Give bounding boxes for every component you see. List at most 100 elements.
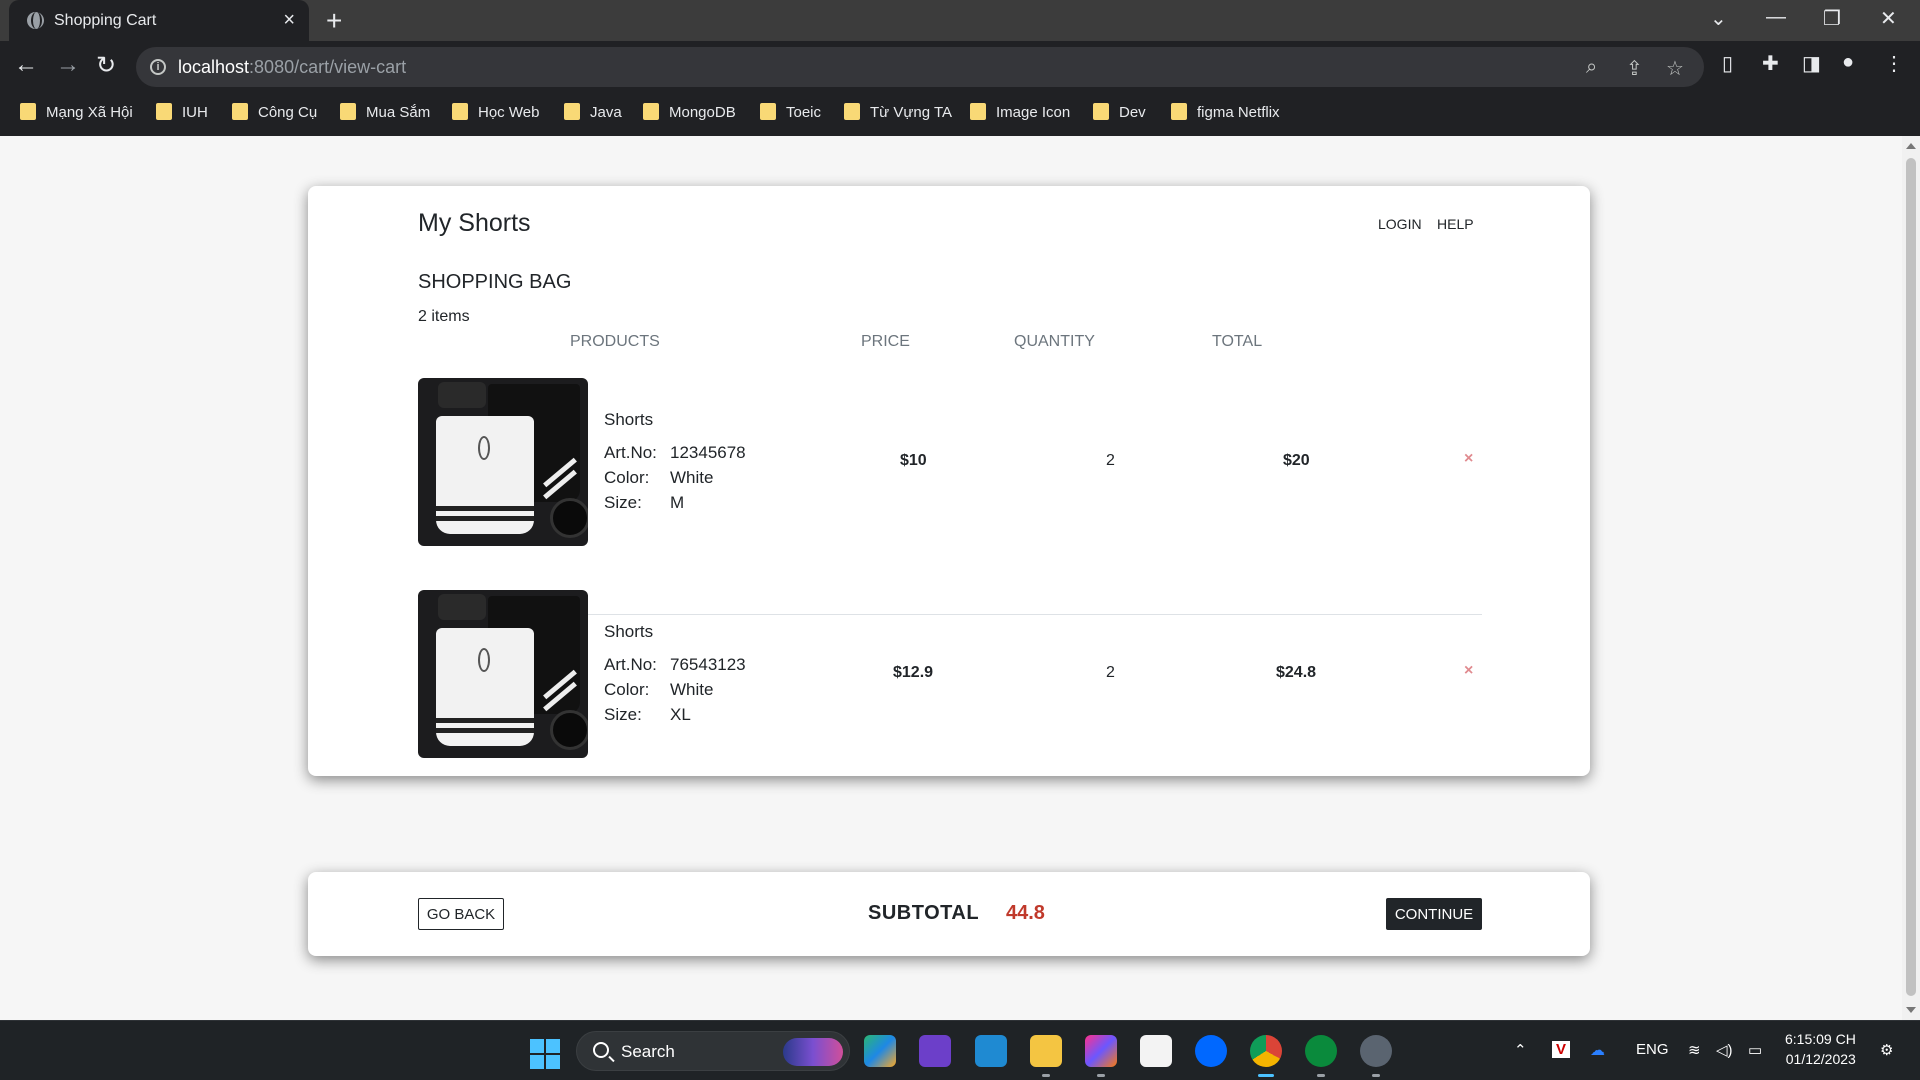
folder-icon	[844, 103, 860, 120]
product-image[interactable]	[418, 590, 588, 758]
site-info-icon[interactable]: i	[150, 59, 166, 75]
language-indicator[interactable]: ENG	[1636, 1041, 1669, 1058]
device-icon[interactable]: ▯	[1722, 51, 1733, 76]
file-explorer-icon[interactable]	[1030, 1035, 1062, 1067]
windows-start-icon[interactable]	[530, 1039, 560, 1069]
scroll-thumb[interactable]	[1906, 158, 1916, 996]
menu-kebab-icon[interactable]: ⋮	[1884, 51, 1904, 76]
wifi-icon[interactable]: ≋	[1688, 1041, 1701, 1059]
clock-date: 01/12/2023	[1785, 1051, 1856, 1067]
bookmark-folder[interactable]: figma Netflix	[1171, 103, 1280, 123]
close-tab-icon[interactable]: ×	[283, 9, 295, 32]
battery-icon[interactable]: ▭	[1748, 1041, 1762, 1059]
bookmark-star-icon[interactable]: ☆	[1666, 56, 1684, 81]
tab-search-icon[interactable]: ⌄	[1710, 6, 1727, 31]
bookmark-folder[interactable]: Mua Sắm	[340, 103, 430, 123]
column-header-products: PRODUCTS	[570, 333, 660, 350]
microsoft-store-icon[interactable]	[1140, 1035, 1172, 1067]
taskbar-search[interactable]: Search	[576, 1031, 850, 1071]
clock-time: 6:15:09 CH	[1785, 1031, 1856, 1047]
folder-icon	[760, 103, 776, 120]
zoom-icon[interactable]: ⌕	[1586, 56, 1597, 79]
login-link[interactable]: LOGIN	[1378, 216, 1422, 232]
bookmark-folder[interactable]: Công Cụ	[232, 103, 317, 123]
tray-overflow-chevron-icon[interactable]: ⌃	[1514, 1041, 1527, 1059]
taskbar: Search ⌃ V ☁ ENG ≋ ◁) ▭ 6:15:09 CH 01/12…	[0, 1020, 1920, 1080]
zalo-icon[interactable]	[1195, 1035, 1227, 1067]
address-bar[interactable]: i localhost:8080/cart/view-cart ⌕ ⇪ ☆	[136, 47, 1704, 87]
product-color: Color: White	[604, 468, 713, 488]
url-path: :8080/cart/view-cart	[249, 57, 407, 77]
vivaldi-tray-icon[interactable]: V	[1552, 1041, 1571, 1058]
remove-item-icon[interactable]: ×	[1464, 662, 1473, 680]
notification-bell-icon[interactable]: ⚙	[1880, 1041, 1893, 1059]
minimize-icon[interactable]: —	[1766, 6, 1786, 29]
continue-button[interactable]: CONTINUE	[1386, 898, 1482, 930]
new-tab-button[interactable]: +	[326, 5, 342, 37]
vscode-icon[interactable]	[975, 1035, 1007, 1067]
bookmark-folder[interactable]: Java	[564, 103, 622, 123]
folder-icon	[1093, 103, 1109, 120]
volume-icon[interactable]: ◁)	[1716, 1041, 1733, 1059]
brand-logo[interactable]: My Shorts	[418, 209, 531, 238]
restore-icon[interactable]: ❐	[1823, 6, 1841, 31]
folder-icon	[340, 103, 356, 120]
bookmark-folder[interactable]: IUH	[156, 103, 208, 123]
reload-icon[interactable]: ↻	[96, 51, 116, 80]
product-name[interactable]: Shorts	[604, 622, 653, 642]
side-panel-icon[interactable]: ◨	[1802, 51, 1821, 76]
browser-tab-shopping-cart[interactable]: Shopping Cart ×	[9, 0, 309, 41]
extensions-icon[interactable]: ✚	[1762, 51, 1779, 76]
item-price: $10	[900, 452, 927, 469]
hs-app-icon[interactable]	[1305, 1035, 1337, 1067]
browser-toolbar: ← → ↻ i localhost:8080/cart/view-cart ⌕ …	[0, 41, 1920, 91]
item-quantity[interactable]: 2	[1106, 452, 1115, 470]
settings-gear-icon[interactable]	[1360, 1035, 1392, 1067]
onedrive-error-icon[interactable]: ☁	[1590, 1041, 1605, 1059]
running-indicator	[1372, 1074, 1380, 1077]
bookmark-folder[interactable]: Dev	[1093, 103, 1146, 123]
product-image[interactable]	[418, 378, 588, 546]
back-arrow-icon[interactable]: ←	[14, 51, 38, 79]
bookmark-folder[interactable]: Học Web	[452, 103, 539, 123]
item-count: 2 items	[418, 308, 470, 325]
url-host: localhost	[178, 57, 250, 77]
size-label: Size:	[604, 705, 642, 724]
intellij-icon[interactable]	[1085, 1035, 1117, 1067]
column-header-quantity: QUANTITY	[1014, 333, 1095, 350]
profile-icon[interactable]: ●	[1842, 51, 1854, 74]
bookmark-label: Công Cụ	[258, 104, 318, 121]
bookmark-label: Mua Sắm	[366, 104, 431, 121]
url-text[interactable]: localhost:8080/cart/view-cart	[178, 57, 406, 78]
page-scrollbar[interactable]	[1902, 136, 1920, 1020]
folder-icon	[643, 103, 659, 120]
product-name[interactable]: Shorts	[604, 410, 653, 430]
close-window-icon[interactable]: ✕	[1880, 6, 1897, 31]
bookmark-folder[interactable]: Toeic	[760, 103, 821, 123]
cart-item-row: Shorts Art.No: 12345678 Color: White Size:…	[418, 378, 1482, 546]
remove-item-icon[interactable]: ×	[1464, 450, 1473, 468]
column-header-total: TOTAL	[1212, 333, 1263, 350]
folder-icon	[20, 103, 36, 120]
bookmark-folder[interactable]: Từ Vựng TA	[844, 103, 952, 123]
item-quantity[interactable]: 2	[1106, 664, 1115, 682]
bookmark-folder[interactable]: Mạng Xã Hội	[20, 103, 133, 123]
color-value: White	[670, 680, 714, 699]
subtotal-label: SUBTOTAL	[868, 902, 980, 924]
bookmark-folder[interactable]: Image Icon	[970, 103, 1070, 123]
running-indicator	[1097, 1074, 1105, 1077]
visual-studio-icon[interactable]	[919, 1035, 951, 1067]
bookmark-folder[interactable]: MongoDB	[643, 103, 736, 123]
search-highlight-image	[783, 1038, 843, 1066]
share-icon[interactable]: ⇪	[1626, 56, 1643, 81]
system-clock[interactable]: 6:15:09 CH 01/12/2023	[1785, 1029, 1856, 1069]
scroll-down-icon[interactable]	[1906, 1007, 1916, 1013]
chrome-icon[interactable]	[1250, 1035, 1282, 1067]
dev-home-icon[interactable]	[864, 1035, 896, 1067]
tab-title: Shopping Cart	[54, 12, 157, 29]
color-value: White	[670, 468, 714, 487]
go-back-button[interactable]: GO BACK	[418, 898, 504, 930]
scroll-up-icon[interactable]	[1906, 143, 1916, 149]
help-link[interactable]: HELP	[1437, 216, 1474, 232]
forward-arrow-icon[interactable]: →	[56, 51, 80, 79]
